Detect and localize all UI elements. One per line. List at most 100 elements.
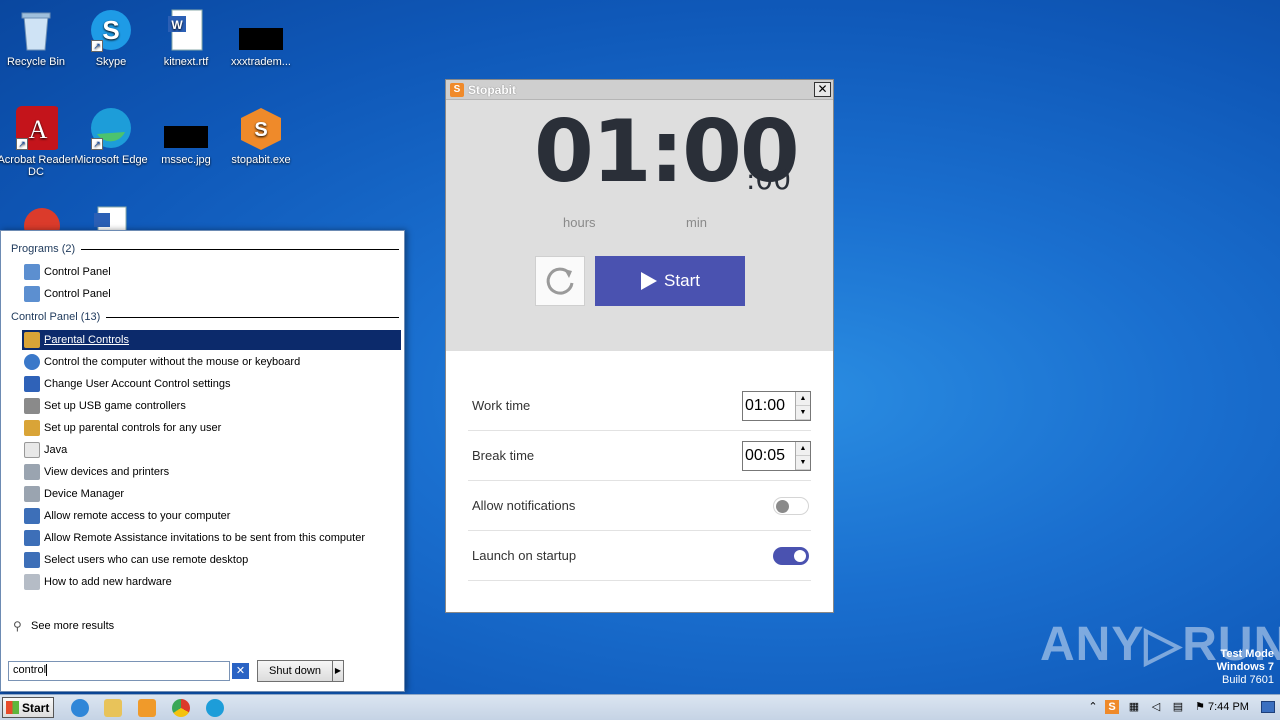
result-parental-controls-any-user[interactable]: Set up parental controls for any user [22,418,401,438]
file-explorer-icon[interactable] [104,699,122,717]
notifications-toggle[interactable] [773,496,809,515]
shut-down-options-arrow-icon[interactable]: ▶ [332,660,344,682]
media-player-icon[interactable] [138,699,156,717]
spin-up-icon[interactable]: ▲ [796,441,810,456]
system-monitor-icon [24,530,40,546]
desktop-icon-edge[interactable]: ↗ Microsoft Edge [72,106,150,166]
control-panel-section-header: Control Panel (13) [11,311,399,323]
window-title: Stopabit [468,83,516,97]
clear-search-icon[interactable]: ✕ [232,663,249,679]
result-uac-settings[interactable]: Change User Account Control settings [22,374,401,394]
black-file-icon [239,8,285,52]
timer-panel: 01:00 :00 hours min Start [446,100,833,351]
result-remote-desktop-users[interactable]: Select users who can use remote desktop [22,550,401,570]
flag-icon[interactable]: ⚑ [1193,700,1207,714]
desktop-icon-acrobat[interactable]: A ↗ Acrobat Reader DC [0,106,75,178]
volume-icon[interactable]: ◁ [1149,700,1163,714]
parental-controls-icon [24,332,40,348]
start-search-input[interactable]: control [8,661,230,681]
show-hidden-icons-icon[interactable]: ⌃ [1086,700,1100,714]
desktop-icon-recycle-bin[interactable]: Recycle Bin [0,8,75,68]
parental-controls-icon [24,420,40,436]
word-doc-icon: W [164,8,208,52]
result-control-panel-2[interactable]: Control Panel [22,284,401,304]
hours-label: hours [563,215,596,230]
svg-text:W: W [171,18,183,32]
java-icon [24,442,40,458]
word-desktop-icon-partial [92,205,132,230]
refresh-icon [546,267,574,295]
skype-icon: S ↗ [89,8,133,52]
ease-of-access-icon [24,354,40,370]
svg-text:S: S [102,15,119,45]
start-button-taskbar[interactable]: Start [2,697,54,718]
chrome-icon[interactable] [172,699,190,717]
flag-icon [24,376,40,392]
system-monitor-icon [24,552,40,568]
break-time-spinner[interactable]: 00:05 ▲ ▼ [742,440,811,471]
stopabit-tray-icon[interactable]: S [1105,700,1119,714]
clock[interactable]: 7:44 PM [1208,701,1249,713]
acrobat-icon: A ↗ [14,106,60,150]
break-time-row: Break time 00:05 ▲ ▼ [468,431,811,481]
system-monitor-icon [24,508,40,524]
startup-toggle[interactable] [773,546,809,565]
stopabit-window: S Stopabit ✕ 01:00 :00 hours min Start W… [445,79,834,613]
work-time-row: Work time 01:00 ▲ ▼ [468,381,811,431]
internet-explorer-icon[interactable] [71,699,89,717]
stopabit-package-icon: S [239,106,283,150]
stopabit-titlebar[interactable]: S Stopabit ✕ [446,80,833,100]
work-time-spinner[interactable]: 01:00 ▲ ▼ [742,390,811,421]
desktop-icon-stopabit[interactable]: S stopabit.exe [222,106,300,166]
control-panel-icon [24,286,40,302]
taskbar: Start ⌃ S ▦ ◁ ▤ ⚑ 7:44 PM [0,694,1280,720]
spin-down-icon[interactable]: ▼ [796,455,810,470]
edge-icon: ↗ [89,106,133,150]
spin-down-icon[interactable]: ▼ [796,405,810,420]
test-mode-notice: Test Mode Windows 7 Build 7601 [1216,648,1274,686]
desktop-icon-kitnext[interactable]: W kitnext.rtf [147,8,225,68]
result-add-hardware[interactable]: How to add new hardware [22,572,401,592]
startup-row: Launch on startup [468,531,811,581]
start-button[interactable]: Start [595,256,745,306]
black-file-icon [162,106,210,150]
notifications-row: Allow notifications [468,481,811,531]
svg-text:A: A [29,115,48,144]
result-device-manager[interactable]: Device Manager [22,484,401,504]
svg-text:S: S [254,119,267,141]
play-icon [641,272,658,290]
windows-logo-icon [6,701,19,714]
see-more-results-link[interactable]: ⚲ See more results [11,616,390,636]
result-remote-access[interactable]: Allow remote access to your computer [22,506,401,526]
hardware-icon [24,574,40,590]
result-control-panel-1[interactable]: Control Panel [22,262,401,282]
system-tray: ⌃ S ▦ ◁ ▤ ⚑ [1080,695,1280,720]
desktop-icon-xxxtrademark[interactable]: xxxtradem... [222,8,300,68]
result-remote-assistance[interactable]: Allow Remote Assistance invitations to b… [22,528,401,548]
stopabit-logo-icon: S [450,83,464,97]
result-java[interactable]: Java [22,440,401,460]
network-icon[interactable]: ▦ [1127,700,1141,714]
start-menu-search-results: Programs (2) Control Panel Control Panel… [0,230,405,692]
desktop-icon-skype[interactable]: S ↗ Skype [72,8,150,68]
recycle-bin-icon [14,8,58,52]
search-icon: ⚲ [13,619,22,633]
reset-button[interactable] [535,256,585,306]
chrome-desktop-icon-partial [22,204,62,230]
close-button[interactable]: ✕ [814,82,831,97]
programs-section-header: Programs (2) [11,243,399,255]
spin-up-icon[interactable]: ▲ [796,391,810,406]
result-ease-of-access[interactable]: Control the computer without the mouse o… [22,352,401,372]
game-controller-icon [24,398,40,414]
minutes-label: min [686,215,707,230]
action-center-icon[interactable]: ▤ [1171,700,1185,714]
show-desktop-icon[interactable] [1261,701,1275,713]
edge-icon[interactable] [206,699,224,717]
result-parental-controls[interactable]: Parental Controls [22,330,401,350]
printer-icon [24,464,40,480]
desktop-icon-mssec[interactable]: mssec.jpg [147,106,225,166]
result-usb-game-controllers[interactable]: Set up USB game controllers [22,396,401,416]
result-devices-printers[interactable]: View devices and printers [22,462,401,482]
shut-down-button[interactable]: Shut down [257,660,333,682]
timer-seconds: :00 [746,163,792,196]
